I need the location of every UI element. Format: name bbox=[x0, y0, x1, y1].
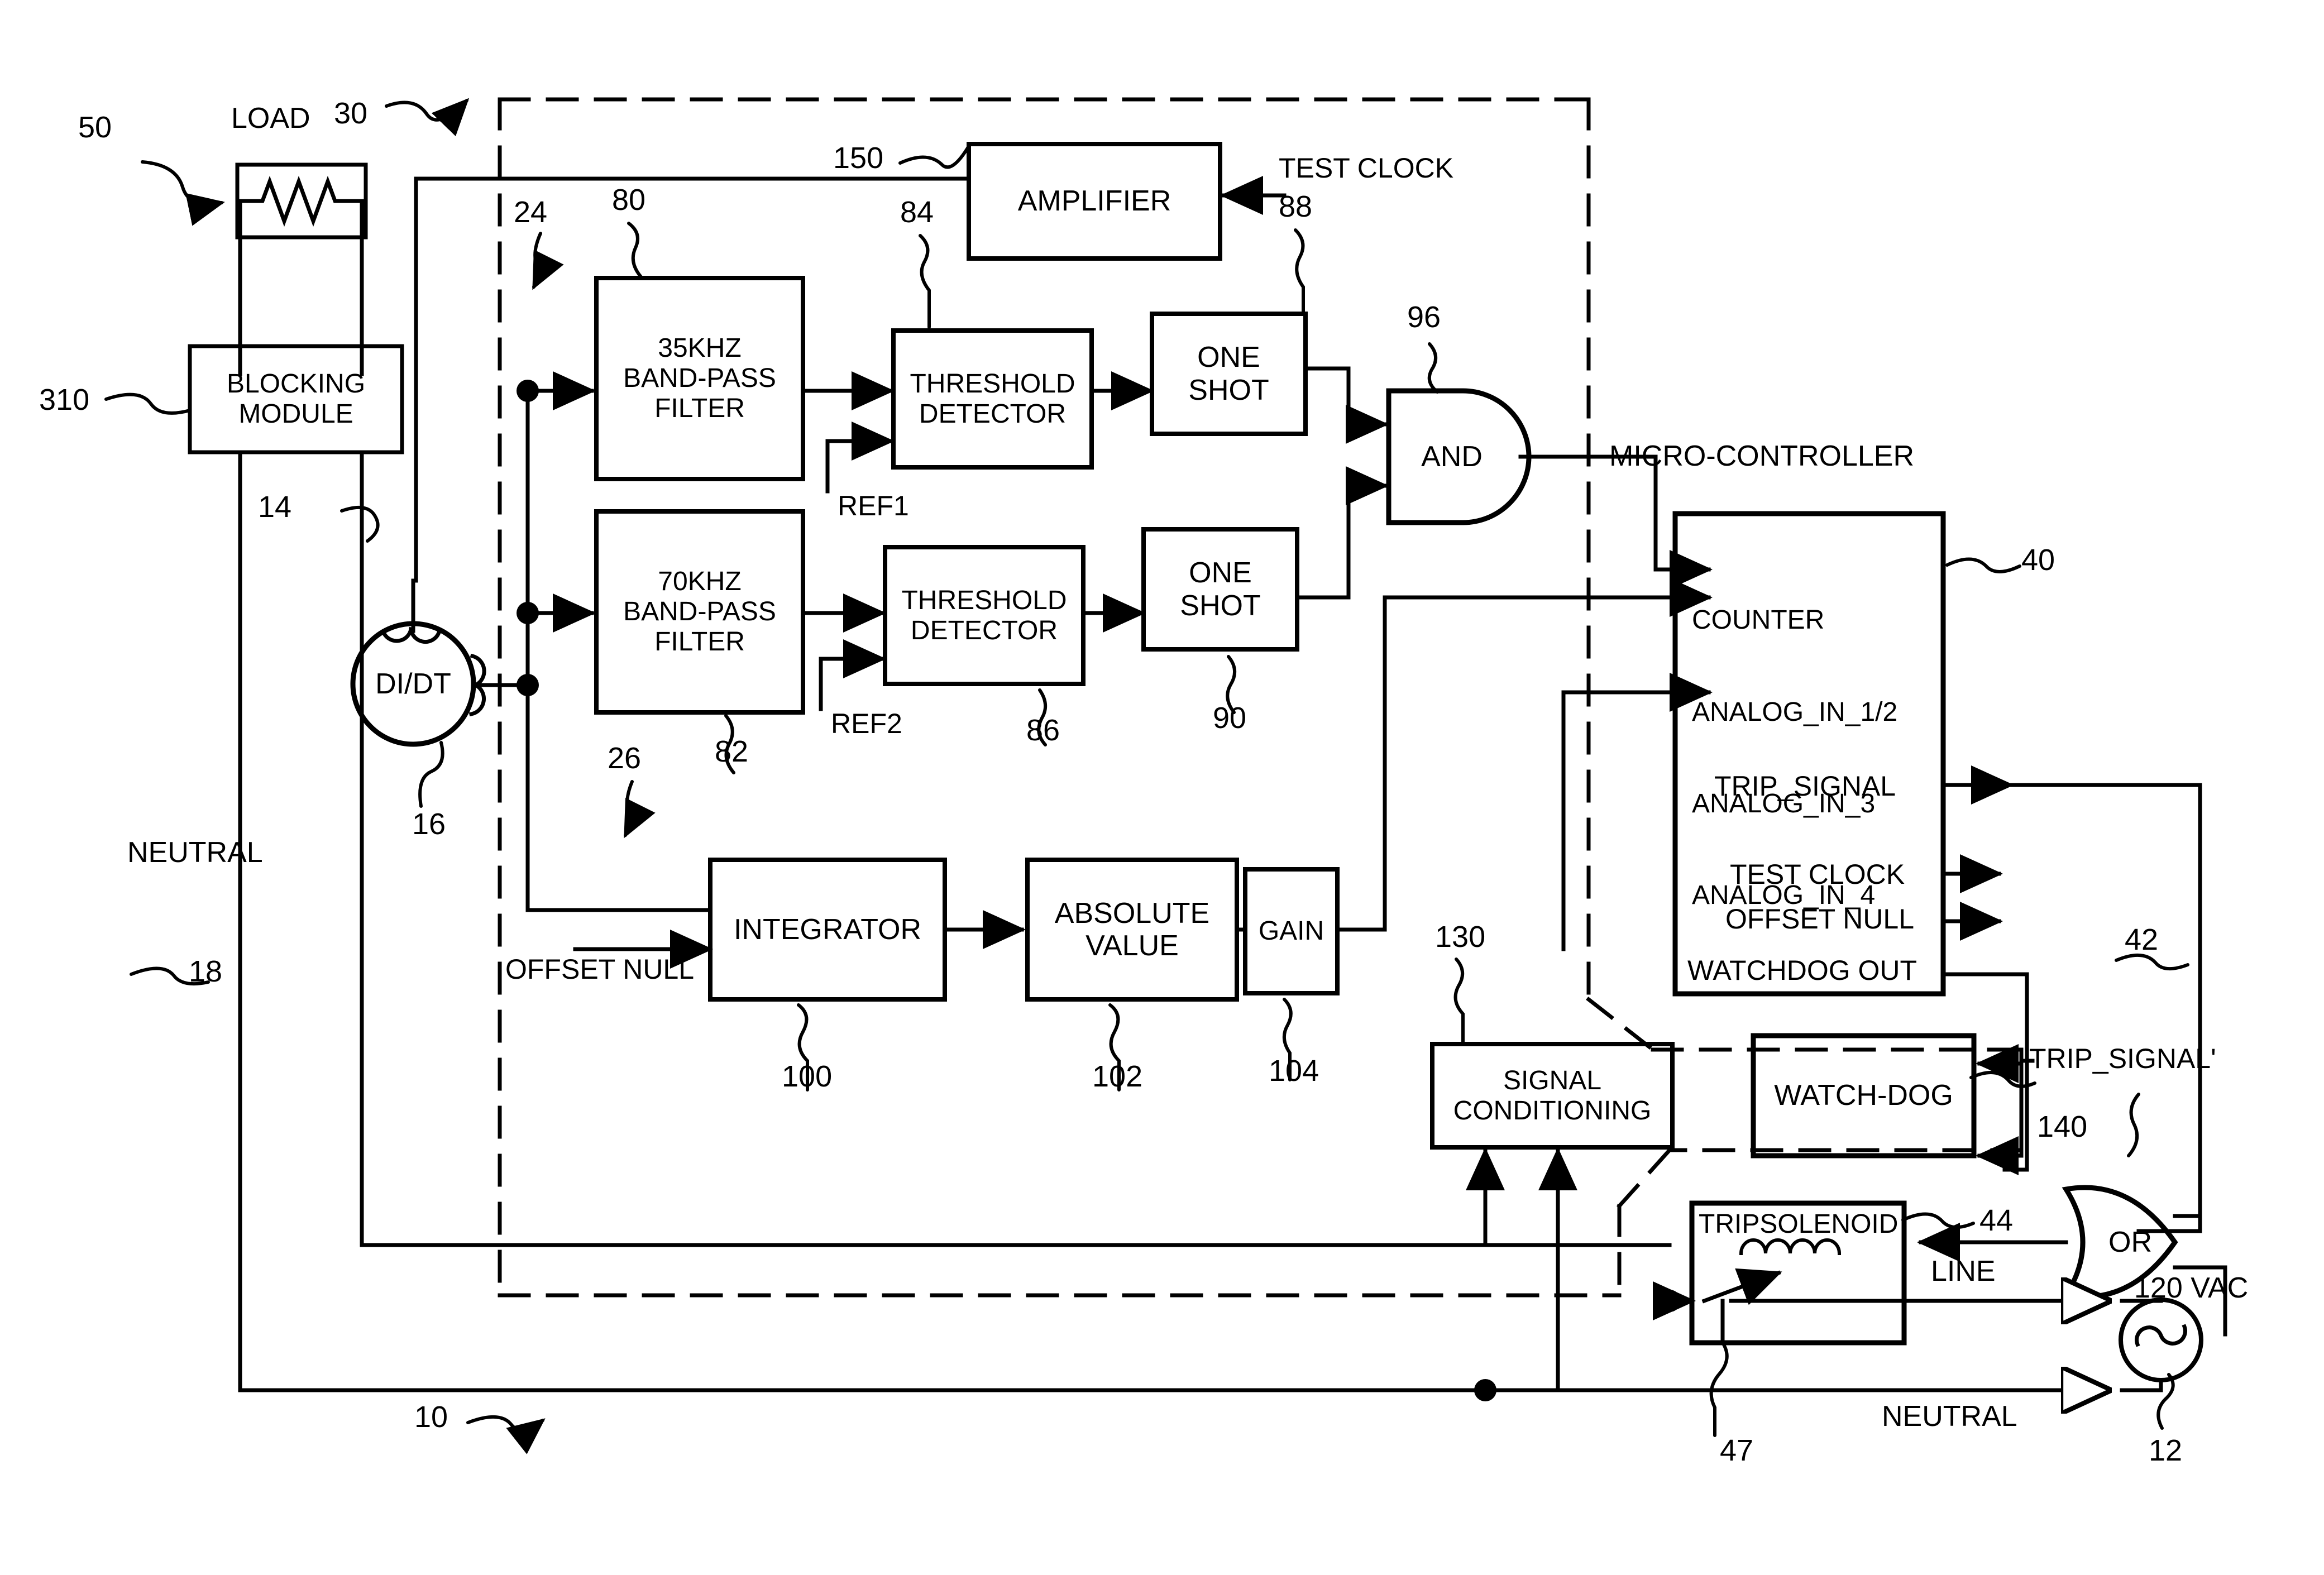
ref-50: 50 bbox=[78, 111, 112, 144]
ref-84: 84 bbox=[900, 195, 934, 229]
threshold-2-line1: THRESHOLD bbox=[901, 585, 1067, 615]
or-gate-block: OR bbox=[2088, 1222, 2172, 1263]
filter-70khz-line3: FILTER bbox=[654, 626, 745, 657]
mcu-output-offset-null: OFFSET NULL bbox=[1725, 903, 1915, 935]
ref-47: 47 bbox=[1720, 1434, 1754, 1467]
didt-sensor-label: DI/DT bbox=[353, 659, 474, 709]
test-clock-input-label: TEST CLOCK bbox=[1279, 152, 1454, 184]
amplifier-block: AMPLIFIER bbox=[969, 144, 1220, 258]
one-shot-2-block: ONE SHOT bbox=[1144, 529, 1297, 649]
ref-100: 100 bbox=[782, 1060, 833, 1093]
absolute-value-line2: VALUE bbox=[1086, 930, 1179, 962]
threshold-1-line2: DETECTOR bbox=[919, 399, 1067, 429]
ref-44: 44 bbox=[1979, 1204, 2014, 1237]
ref-26: 26 bbox=[608, 741, 642, 775]
blocking-module-block: BLOCKING MODULE bbox=[190, 346, 402, 452]
ref-40: 40 bbox=[2021, 543, 2055, 577]
ref-16: 16 bbox=[412, 807, 446, 841]
gain-label: GAIN bbox=[1258, 916, 1324, 946]
ref-88: 88 bbox=[1279, 190, 1313, 223]
trip-solenoid-label: TRIPSOLENOID bbox=[1699, 1209, 1899, 1239]
ref-80: 80 bbox=[612, 183, 646, 217]
filter-35khz-line3: FILTER bbox=[654, 393, 745, 423]
offset-null-input-label: OFFSET NULL bbox=[505, 954, 695, 985]
load-label: LOAD bbox=[231, 102, 310, 135]
watchdog-label: WATCH-DOG bbox=[1774, 1079, 1953, 1112]
threshold-detector-1-block: THRESHOLD DETECTOR bbox=[893, 331, 1092, 467]
voltage-label: 120 VAC bbox=[2134, 1272, 2249, 1304]
ref-14: 14 bbox=[258, 490, 292, 524]
ref-140: 140 bbox=[2037, 1110, 2088, 1143]
neutral-label-left: NEUTRAL bbox=[127, 836, 263, 869]
line-label: LINE bbox=[1931, 1255, 1996, 1287]
ref-104: 104 bbox=[1269, 1054, 1319, 1088]
ref-24: 24 bbox=[514, 195, 548, 229]
integrator-label: INTEGRATOR bbox=[733, 913, 922, 946]
watchdog-block: WATCH-DOG bbox=[1753, 1036, 1974, 1156]
threshold-1-line1: THRESHOLD bbox=[910, 368, 1075, 399]
filter-70khz-block: 70KHZ BAND-PASS FILTER bbox=[596, 511, 803, 712]
neutral-label-right: NEUTRAL bbox=[1882, 1400, 2017, 1433]
ref-30: 30 bbox=[334, 97, 368, 130]
gain-block: GAIN bbox=[1245, 869, 1337, 993]
mcu-input-counter: COUNTER bbox=[1692, 605, 1825, 635]
ref-82: 82 bbox=[715, 735, 749, 768]
ref1-label: REF1 bbox=[838, 490, 909, 521]
absolute-value-block: ABSOLUTE VALUE bbox=[1027, 860, 1237, 999]
filter-70khz-line1: 70KHZ bbox=[658, 567, 742, 597]
trip-signal-prime-label: TRIP_SIGNAL' bbox=[2029, 1043, 2216, 1074]
filter-35khz-line1: 35KHZ bbox=[658, 333, 742, 363]
microcontroller-title: MICRO-CONTROLLER bbox=[1609, 440, 1915, 472]
ref-86: 86 bbox=[1026, 714, 1060, 747]
one-shot-2-line1: ONE bbox=[1189, 557, 1252, 590]
mcu-output-trip-signal: TRIP_SIGNAL bbox=[1714, 770, 1896, 802]
one-shot-1-line2: SHOT bbox=[1188, 374, 1269, 406]
integrator-block: INTEGRATOR bbox=[710, 860, 945, 999]
mcu-output-watchdog-out: WATCHDOG OUT bbox=[1687, 955, 1917, 986]
and-gate-label: AND bbox=[1421, 440, 1483, 473]
filter-70khz-line2: BAND-PASS bbox=[623, 597, 776, 627]
ref-130: 130 bbox=[1435, 920, 1486, 954]
filter-35khz-line2: BAND-PASS bbox=[623, 363, 776, 394]
mcu-output-test-clock: TEST CLOCK bbox=[1730, 859, 1905, 890]
signal-conditioning-line1: SIGNAL bbox=[1503, 1065, 1602, 1095]
ref-102: 102 bbox=[1092, 1060, 1143, 1093]
ref-42: 42 bbox=[2125, 923, 2159, 956]
threshold-detector-2-block: THRESHOLD DETECTOR bbox=[885, 547, 1083, 684]
ref-96: 96 bbox=[1407, 300, 1441, 334]
blocking-module-line1: BLOCKING bbox=[226, 369, 366, 399]
ref-310: 310 bbox=[39, 383, 90, 417]
one-shot-1-block: ONE SHOT bbox=[1152, 314, 1306, 434]
threshold-2-line2: DETECTOR bbox=[910, 615, 1058, 645]
ref2-label: REF2 bbox=[831, 708, 902, 739]
figure-canvas: LOAD 50 30 BLOCKING MODULE 310 14 DI/DT … bbox=[0, 0, 2324, 1575]
one-shot-2-line2: SHOT bbox=[1180, 589, 1261, 622]
absolute-value-line1: ABSOLUTE bbox=[1054, 897, 1210, 930]
ref-12: 12 bbox=[2149, 1434, 2183, 1467]
ref-18: 18 bbox=[189, 955, 223, 988]
didt-text: DI/DT bbox=[375, 667, 451, 700]
filter-35khz-block: 35KHZ BAND-PASS FILTER bbox=[596, 278, 803, 479]
blocking-module-line2: MODULE bbox=[238, 399, 353, 429]
or-gate-label: OR bbox=[2108, 1225, 2152, 1258]
signal-conditioning-block: SIGNAL CONDITIONING bbox=[1432, 1044, 1672, 1147]
ref-10: 10 bbox=[414, 1400, 448, 1434]
and-gate-block: AND bbox=[1396, 434, 1508, 479]
one-shot-1-line1: ONE bbox=[1197, 341, 1260, 374]
signal-conditioning-line2: CONDITIONING bbox=[1453, 1095, 1652, 1126]
ref-90: 90 bbox=[1213, 701, 1247, 735]
ref-150: 150 bbox=[833, 141, 884, 175]
amplifier-label: AMPLIFIER bbox=[1017, 185, 1171, 218]
mcu-input-analog12: ANALOG_IN_1/2 bbox=[1692, 697, 1898, 727]
